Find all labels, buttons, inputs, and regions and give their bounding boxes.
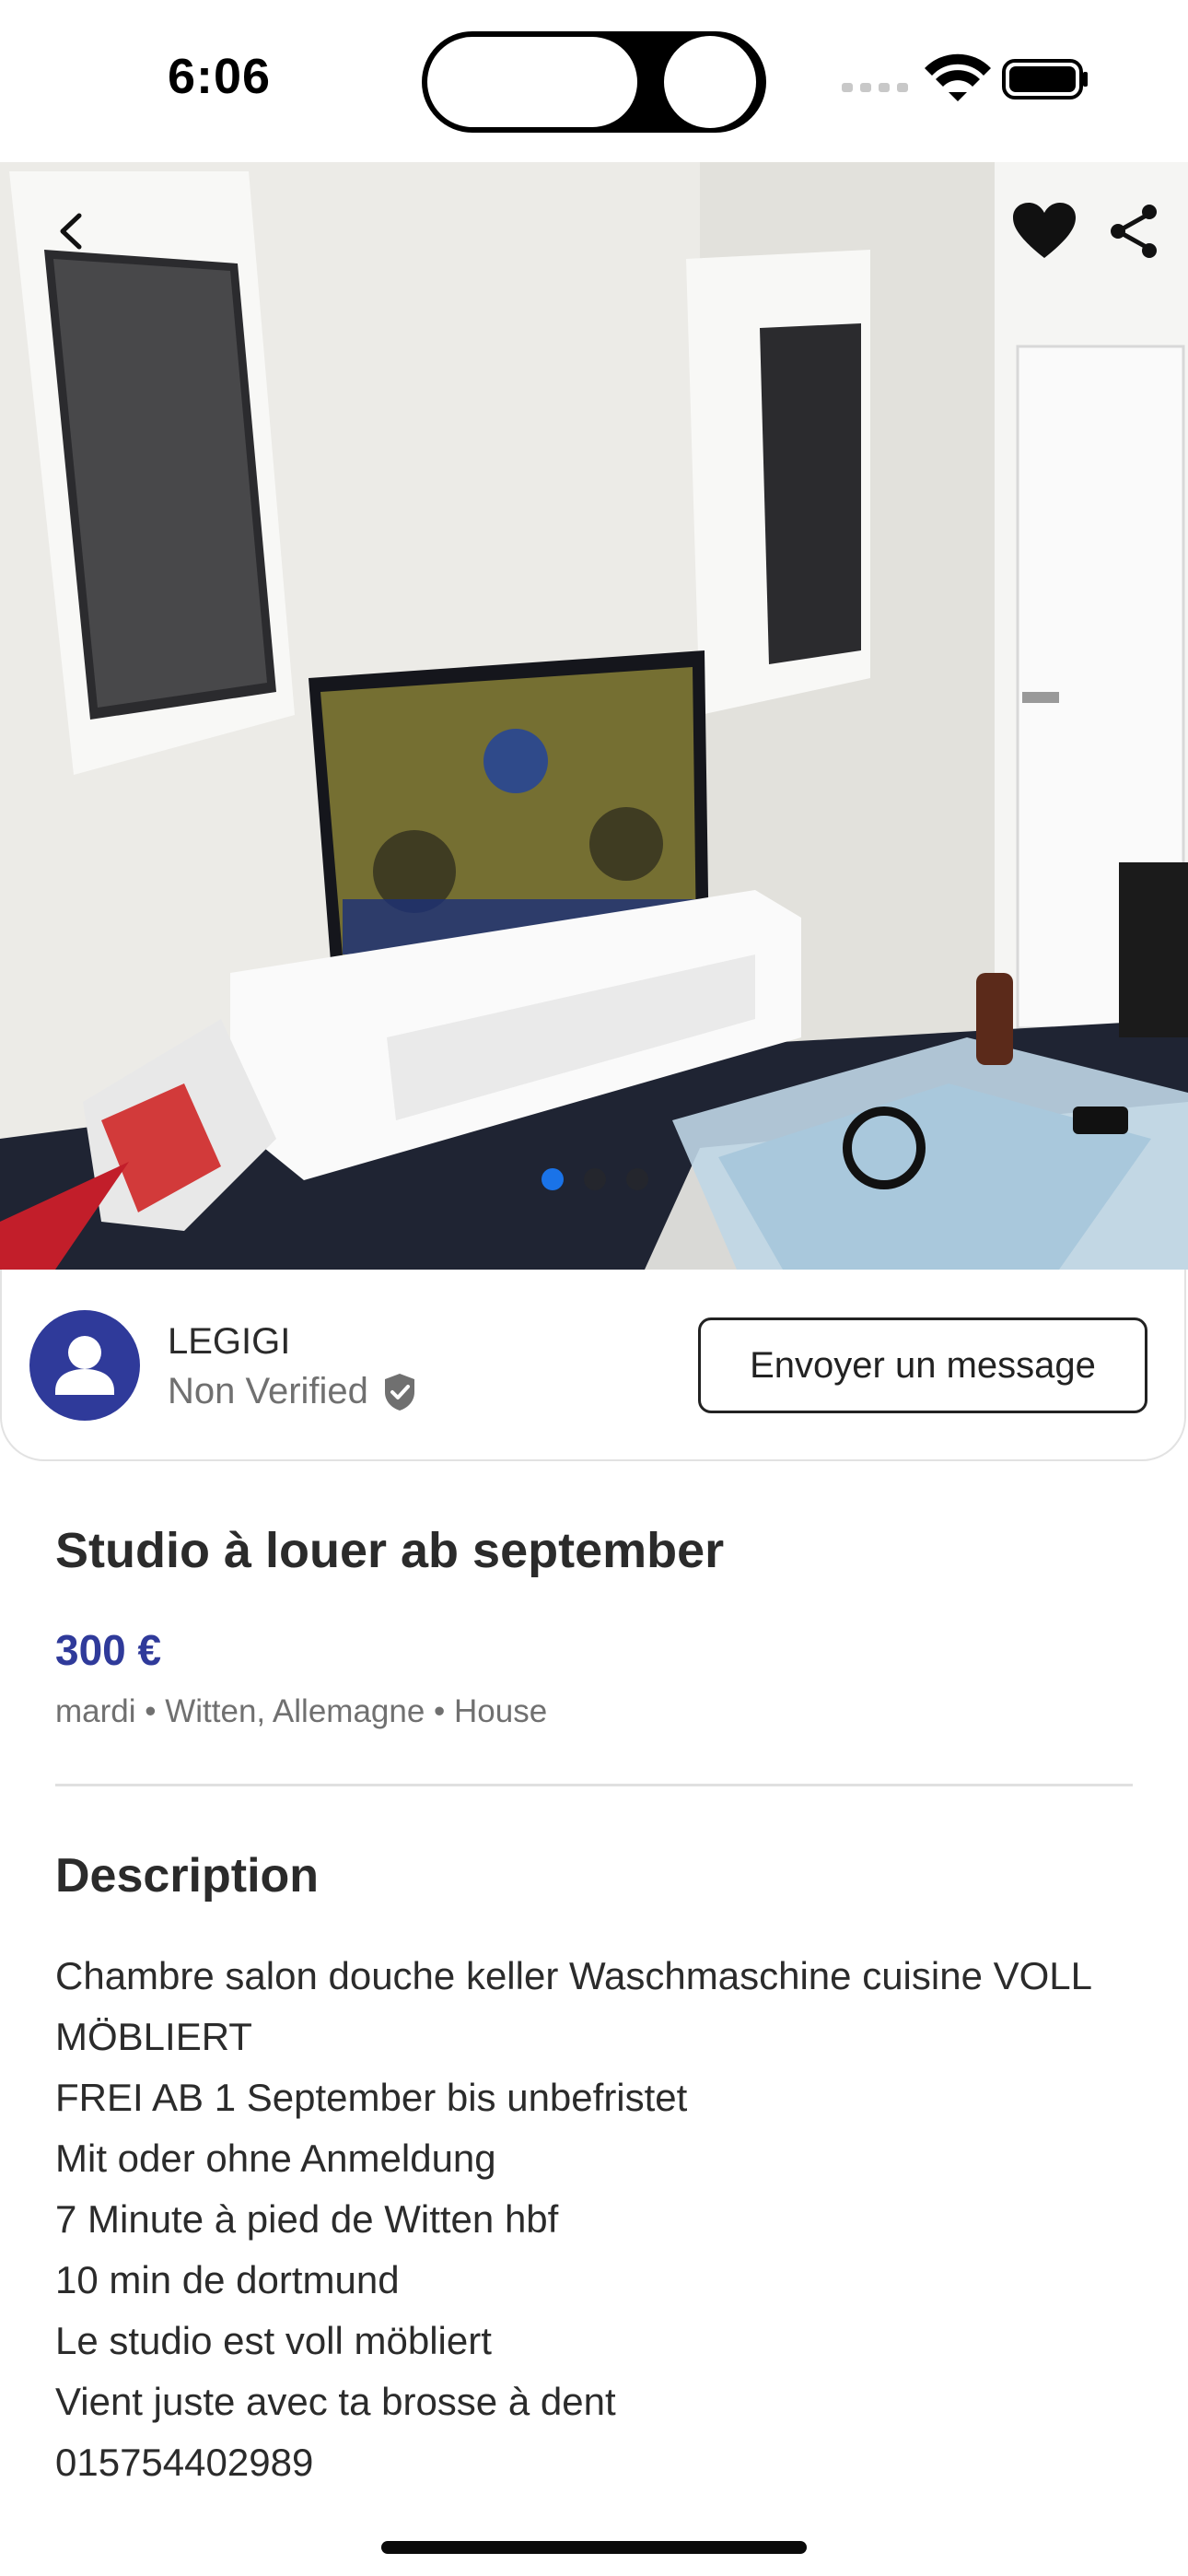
share-icon xyxy=(1111,205,1157,258)
description-line: 015754402989 xyxy=(55,2441,314,2484)
description-body: Chambre salon douche keller Waschmaschin… xyxy=(55,1946,1142,2493)
carousel-dot[interactable] xyxy=(584,1168,606,1190)
wifi-icon xyxy=(925,53,991,101)
cellular-signal-icon xyxy=(842,83,908,92)
verification-status: Non Verified xyxy=(168,1371,420,1412)
listing-photo xyxy=(0,162,1188,1270)
verification-label: Non Verified xyxy=(168,1371,368,1411)
listing-meta: mardi • Witten, Allemagne • House xyxy=(55,1693,548,1729)
description-line: 7 Minute à pied de Witten hbf xyxy=(55,2197,559,2241)
listing-price: 300 € xyxy=(55,1626,162,1674)
dynamic-island xyxy=(422,31,766,133)
carousel-indicator xyxy=(542,1168,652,1196)
chevron-left-icon xyxy=(60,213,82,250)
share-button[interactable] xyxy=(1105,199,1162,263)
send-message-button[interactable]: Envoyer un message xyxy=(698,1317,1147,1413)
back-button[interactable] xyxy=(44,199,99,263)
divider xyxy=(55,1784,1133,1786)
description-line: FREI AB 1 September bis unbefristet xyxy=(55,2076,688,2119)
description-line: Mit oder ohne Anmeldung xyxy=(55,2137,496,2180)
home-indicator[interactable] xyxy=(381,2541,807,2554)
avatar[interactable] xyxy=(29,1310,140,1421)
seller-name[interactable]: LEGIGI xyxy=(168,1321,290,1363)
carousel-dot[interactable] xyxy=(542,1168,564,1190)
status-icons xyxy=(842,53,1088,101)
description-heading: Description xyxy=(55,1849,320,1903)
listing-title: Studio à louer ab september xyxy=(55,1523,725,1578)
person-icon xyxy=(55,1336,114,1395)
status-time: 6:06 xyxy=(168,49,272,104)
listing-photo-carousel[interactable] xyxy=(0,162,1188,1270)
battery-icon xyxy=(1002,59,1088,100)
verified-badge-icon xyxy=(384,1373,414,1411)
description-line: Le studio est voll möbliert xyxy=(55,2319,492,2362)
status-bar: 6:06 xyxy=(0,0,1188,162)
seller-card: LEGIGI Non Verified Envoyer un message xyxy=(0,1270,1186,1461)
description-line: 10 min de dortmund xyxy=(55,2258,400,2301)
carousel-dot[interactable] xyxy=(626,1168,648,1190)
description-line: Vient juste avec ta brosse à dent xyxy=(55,2380,616,2423)
heart-icon xyxy=(1013,203,1076,258)
description-line: Chambre salon douche keller Waschmaschin… xyxy=(55,1954,1091,2058)
favorite-button[interactable] xyxy=(1009,199,1079,263)
